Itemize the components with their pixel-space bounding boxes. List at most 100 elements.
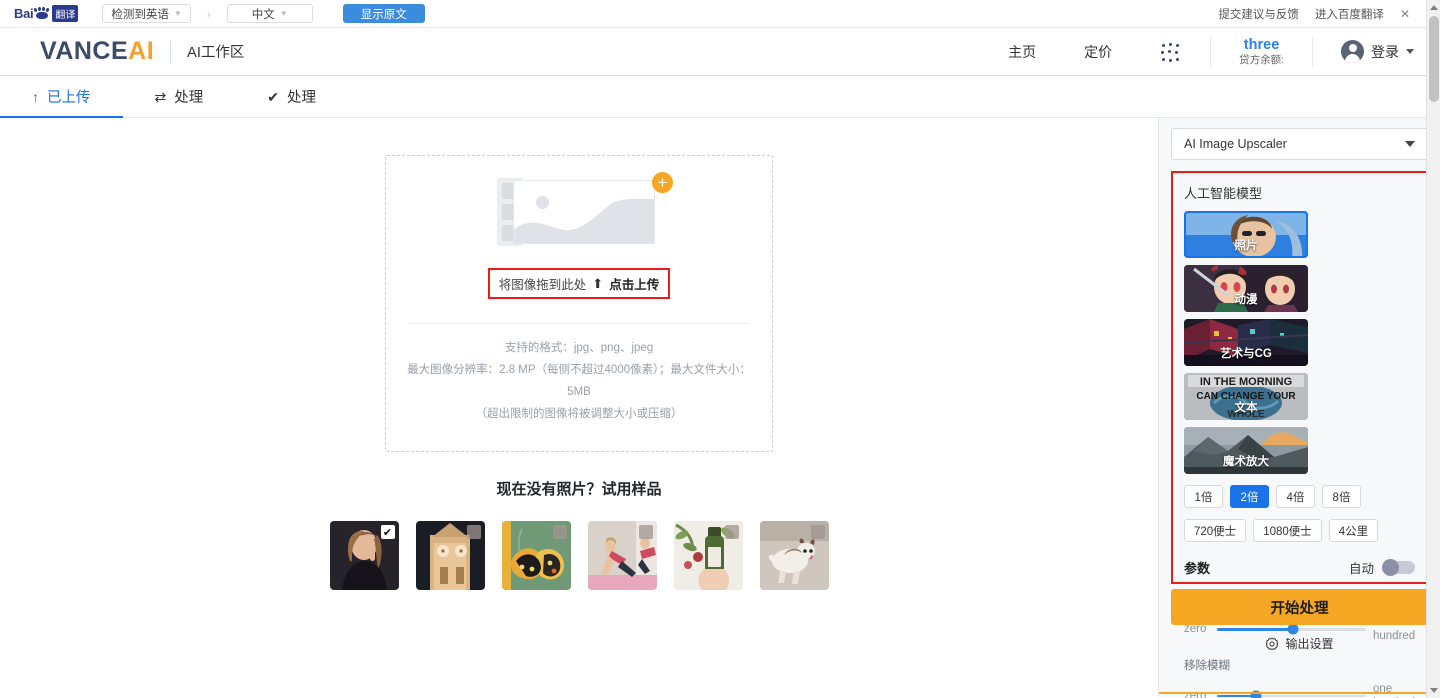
tool-select[interactable]: AI Image Upscaler	[1171, 128, 1428, 160]
baidu-brand-text: Bai	[14, 6, 34, 21]
panel-bottom-accent	[1159, 692, 1440, 694]
sample-yoga-fitness[interactable]	[587, 521, 657, 591]
apps-grid-icon[interactable]	[1160, 42, 1180, 62]
page-scrollbar[interactable]	[1426, 0, 1440, 698]
sample-green-bottle[interactable]	[673, 521, 743, 591]
model-card-photo-label: 照片	[1234, 240, 1258, 252]
tab-processing[interactable]: ⇄ 处理	[145, 76, 214, 118]
source-language-select[interactable]: 检测到英语 ▼	[102, 4, 191, 23]
settings-panel: AI Image Upscaler 人工智能模型 照片 动漫 艺术与CG IN …	[1158, 118, 1440, 698]
upload-note-text: （超出限制的图像将被调整大小或压缩）	[475, 407, 683, 420]
size-option-4k[interactable]: 4公里	[1328, 519, 1379, 542]
language-arrow-separator: ›	[206, 6, 211, 21]
placeholder-photo-icon	[513, 180, 655, 244]
chevron-down-icon: ▼	[279, 9, 288, 18]
upload-arrow-icon: ↑	[32, 88, 39, 105]
vanceai-logo[interactable]: VANCEAI	[40, 37, 154, 66]
tool-select-value: AI Image Upscaler	[1184, 137, 1287, 151]
sample-butterfly[interactable]	[501, 521, 571, 591]
chevron-down-icon	[1405, 141, 1415, 147]
model-card-anime[interactable]: 动漫	[1184, 265, 1308, 312]
page-title: AI工作区	[187, 45, 245, 61]
logo-primary-text: VANCE	[40, 37, 129, 65]
auto-toggle[interactable]	[1382, 559, 1415, 576]
sample-checkbox[interactable]	[552, 525, 567, 540]
model-card-art-cg[interactable]: 艺术与CG	[1184, 319, 1308, 366]
sample-portrait-woman[interactable]: ✔	[329, 521, 399, 591]
sample-checkbox[interactable]	[638, 525, 653, 540]
sample-checkbox[interactable]	[810, 525, 825, 540]
ai-model-settings-group: 人工智能模型 照片 动漫 艺术与CG IN THE MORNING CAN CH…	[1171, 171, 1428, 698]
nav-item-home[interactable]: 主页	[1008, 42, 1036, 62]
slider-track[interactable]	[1217, 623, 1366, 635]
sample-checkbox[interactable]	[724, 525, 739, 540]
show-original-button[interactable]: 显示原文	[342, 4, 425, 23]
sample-dog-running[interactable]	[759, 521, 829, 591]
deblur-slider[interactable]: zero one hundred	[1184, 682, 1415, 698]
model-card-photo[interactable]: 照片	[1184, 211, 1308, 258]
header-divider	[170, 40, 172, 63]
translate-bar-right-links: 提交建议与反馈 进入百度翻译 ✕	[1218, 6, 1434, 22]
model-card-text-label: 文本	[1234, 402, 1258, 414]
header-right: 主页 定价 three 贷方余额: 登录	[1008, 36, 1414, 67]
header-divider	[1210, 36, 1212, 67]
workflow-tabs: ↑ 已上传 ⇄ 处理 ✔ 处理	[0, 76, 1440, 119]
output-size-options: 720便士 1080便士 4公里	[1184, 519, 1415, 542]
upload-dropzone[interactable]: + 将图像拖到此处 ⬆ 点击上传 支持的格式：jpg、png、jpeg 最大图像…	[385, 155, 773, 453]
credits-label: 贷方余额:	[1239, 54, 1284, 66]
check-circle-icon: ✔	[267, 88, 279, 105]
add-image-button[interactable]: +	[652, 172, 673, 193]
scale-option-1x[interactable]: 1倍	[1184, 485, 1223, 508]
body-wrapper: + 将图像拖到此处 ⬆ 点击上传 支持的格式：jpg、png、jpeg 最大图像…	[0, 118, 1440, 698]
source-language-label: 检测到英语	[111, 8, 169, 21]
click-upload-link[interactable]: 点击上传	[609, 274, 659, 293]
feedback-link[interactable]: 提交建议与反馈	[1218, 6, 1299, 22]
drag-hint-label: 将图像拖到此处	[498, 278, 587, 292]
sample-clock-tower[interactable]	[415, 521, 485, 591]
model-card-text[interactable]: IN THE MORNING CAN CHANGE YOUR WHOLE 文本	[1184, 373, 1308, 420]
sample-checkbox[interactable]	[466, 525, 481, 540]
close-icon[interactable]: ✕	[1400, 7, 1410, 21]
tab-uploaded-label: 已上传	[47, 90, 91, 106]
gear-icon	[1266, 637, 1279, 650]
credits-amount: three	[1243, 36, 1280, 53]
chevron-down-icon	[1406, 49, 1414, 54]
sample-checkbox[interactable]: ✔	[380, 525, 395, 540]
upload-icon: ⬆	[592, 275, 604, 291]
baidu-logo: Bai 翻译	[14, 5, 79, 22]
dropzone-divider	[409, 323, 749, 324]
samples-title: 现在没有照片？试用样品	[496, 481, 662, 499]
main-upload-area: + 将图像拖到此处 ⬆ 点击上传 支持的格式：jpg、png、jpeg 最大图像…	[0, 118, 1158, 697]
baidu-translate-tag: 翻译	[52, 5, 79, 22]
baidu-paw-icon	[33, 7, 50, 20]
drag-and-click-upload[interactable]: 将图像拖到此处 ⬆ 点击上传	[487, 268, 671, 299]
chevron-down-icon: ▼	[173, 9, 182, 18]
login-menu[interactable]: 登录	[1341, 40, 1414, 63]
tab-uploaded[interactable]: ↑ 已上传	[0, 76, 122, 119]
slider-track[interactable]	[1217, 690, 1366, 698]
tab-processed-label: 处理	[286, 90, 316, 106]
supported-formats-text: 支持的格式：jpg、png、jpeg	[504, 342, 654, 354]
scale-option-2x[interactable]: 2倍	[1230, 485, 1269, 508]
output-settings-link[interactable]: 输出设置	[1159, 635, 1440, 652]
target-language-select[interactable]: 中文 ▼	[226, 4, 313, 23]
target-language-label: 中文	[251, 8, 275, 21]
start-processing-button[interactable]: 开始处理	[1171, 589, 1428, 625]
scale-factor-options: 1倍 2倍 4倍 8倍	[1184, 485, 1415, 508]
size-option-1080p[interactable]: 1080便士	[1253, 519, 1322, 542]
ai-model-grid: 照片 动漫 艺术与CG IN THE MORNING CAN CHANGE YO…	[1184, 211, 1415, 474]
scale-option-8x[interactable]: 8倍	[1322, 485, 1361, 508]
credits-balance: three 贷方余额:	[1239, 36, 1284, 67]
deblur-label: 移除模糊	[1184, 659, 1230, 672]
model-card-magic-upscale[interactable]: 魔术放大	[1184, 427, 1308, 474]
baidu-translate-bar: Bai 翻译 检测到英语 ▼ › 中文 ▼ 显示原文 提交建议与反馈 进入百度翻…	[0, 0, 1440, 28]
size-option-720p[interactable]: 720便士	[1184, 519, 1247, 542]
goto-baidu-translate-link[interactable]: 进入百度翻译	[1315, 6, 1384, 22]
scale-option-4x[interactable]: 4倍	[1276, 485, 1315, 508]
tab-processed[interactable]: ✔ 处理	[257, 76, 326, 118]
output-settings-label: 输出设置	[1285, 637, 1334, 651]
nav-item-pricing[interactable]: 定价	[1084, 42, 1112, 62]
sample-thumbnails: ✔	[329, 521, 829, 591]
slider-max-label: one hundred	[1373, 682, 1415, 698]
ai-models-title: 人工智能模型	[1184, 186, 1263, 201]
